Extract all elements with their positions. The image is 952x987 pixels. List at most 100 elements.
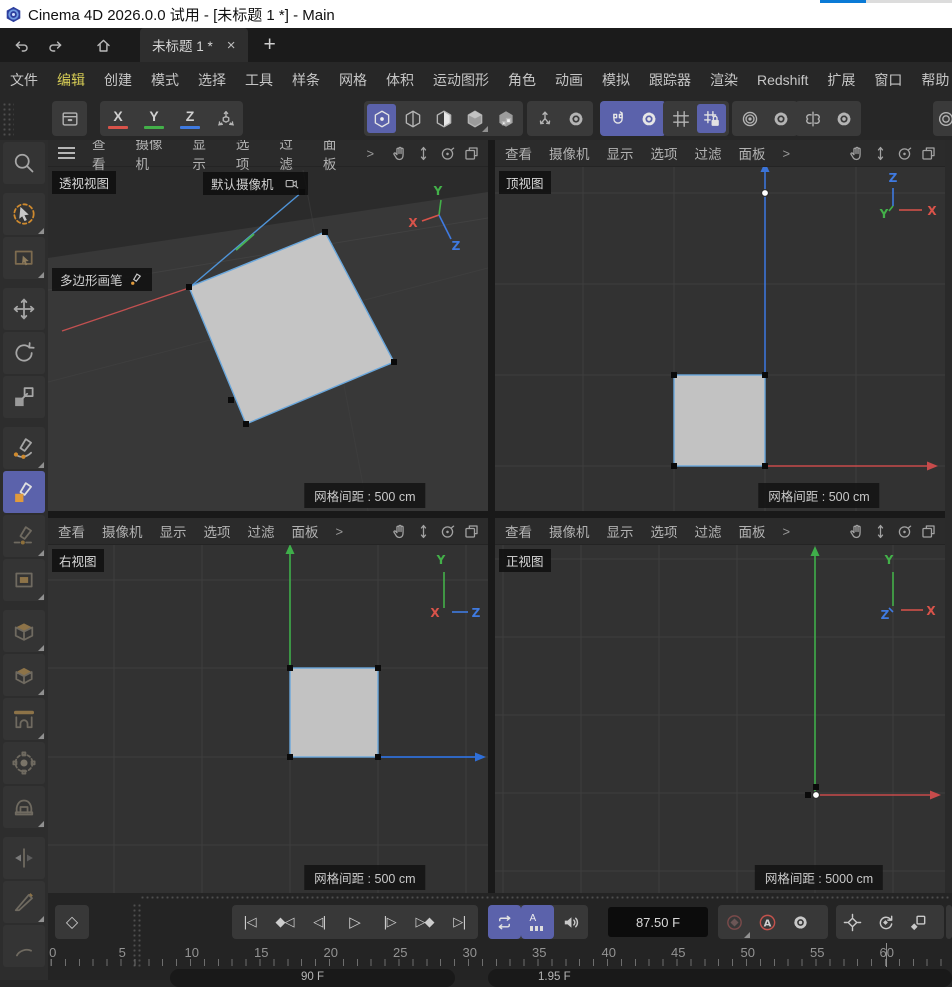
viewport-menu-view[interactable]: 查看 [92, 140, 119, 173]
viewport-menu-more[interactable]: > [783, 146, 791, 161]
symmetry-settings-button[interactable] [829, 104, 858, 133]
tension-rectangle-tool[interactable] [3, 559, 45, 601]
menu-item[interactable]: Redshift [757, 72, 808, 88]
viewport-menu-filter[interactable]: 过滤 [695, 521, 722, 541]
undo-button[interactable] [8, 32, 34, 58]
camera-label[interactable]: 默认摄像机 [203, 172, 308, 195]
viewport-menu-camera[interactable]: 摄像机 [102, 521, 143, 541]
document-tab[interactable]: 未标题 1 * × [140, 28, 248, 62]
new-tab-button[interactable]: + [264, 33, 276, 57]
asset-browser-button[interactable] [55, 104, 84, 133]
viewport-menu-panel[interactable]: 面板 [739, 143, 766, 163]
viewport-splitter-horizontal[interactable] [48, 511, 952, 518]
record-objects-button[interactable] [718, 905, 751, 939]
extrude-open-tool[interactable] [3, 610, 45, 652]
right-canvas[interactable]: Y X Z [48, 518, 488, 893]
current-frame-field[interactable]: 87.50 F [608, 907, 708, 937]
dolly-zoom-icon[interactable] [415, 523, 432, 540]
edges-mode-button[interactable] [398, 104, 427, 133]
menu-item[interactable]: 创建 [104, 70, 132, 90]
viewport-menu-view[interactable]: 查看 [58, 521, 85, 541]
mirror-tool[interactable] [3, 837, 45, 879]
pan-hand-icon[interactable] [848, 145, 865, 162]
home-button[interactable] [90, 32, 116, 58]
menu-item[interactable]: 工具 [245, 70, 273, 90]
perspective-canvas[interactable]: Y X Z [48, 140, 488, 511]
live-selection-tool[interactable] [3, 193, 45, 235]
maximize-view-icon[interactable] [920, 145, 937, 162]
menu-item[interactable]: 扩展 [827, 70, 855, 90]
viewport-menu-display[interactable]: 显示 [192, 140, 219, 173]
dolly-zoom-icon[interactable] [872, 523, 889, 540]
viewport-menu-display[interactable]: 显示 [607, 143, 634, 163]
dolly-zoom-icon[interactable] [872, 145, 889, 162]
viewport-menu-panel[interactable]: 面板 [292, 521, 319, 541]
key-position-button[interactable] [836, 905, 869, 939]
axis-lock-y-button[interactable]: Y [139, 104, 169, 133]
viewport-menu-view[interactable]: 查看 [505, 143, 532, 163]
viewport-menu-camera[interactable]: 摄像机 [136, 140, 176, 173]
clipped-toolbar-button[interactable] [936, 104, 952, 133]
viewport-menu-camera[interactable]: 摄像机 [549, 143, 590, 163]
maximize-view-icon[interactable] [920, 523, 937, 540]
viewport-menu-icon[interactable] [58, 147, 75, 159]
keying-settings-button[interactable] [784, 905, 817, 939]
dolly-zoom-icon[interactable] [415, 145, 432, 162]
enable-axis-button[interactable] [530, 104, 559, 133]
rotate-view-icon[interactable] [439, 145, 456, 162]
play-button[interactable]: ▷ [337, 913, 372, 931]
viewport-menu-filter[interactable]: 过滤 [695, 143, 722, 163]
key-scale-button[interactable] [902, 905, 935, 939]
viewport-menu-more[interactable]: > [366, 146, 374, 161]
brush-tool[interactable] [3, 786, 45, 828]
viewport-menu-view[interactable]: 查看 [505, 521, 532, 541]
autokey-button[interactable]: A [751, 905, 784, 939]
menu-item[interactable]: 运动图形 [433, 70, 489, 90]
bridge-tool[interactable] [3, 698, 45, 740]
lock-workplane-button[interactable] [697, 104, 726, 133]
viewport-front[interactable]: Y Z X 查看 摄像机 显示 选项 过滤 面板 > 正视图 网格间距 : 50… [495, 518, 945, 893]
menu-item[interactable]: 选择 [198, 70, 226, 90]
previous-frame-button[interactable]: ◁| [302, 915, 337, 930]
axis-lock-z-button[interactable]: Z [175, 104, 205, 133]
viewport-perspective[interactable]: Y X Z 查看 摄像机 显示 选项 过滤 面板 > 透视视图 默认摄像机 多边… [48, 140, 488, 511]
falloff-button[interactable] [735, 104, 764, 133]
front-canvas[interactable]: Y Z X [495, 518, 945, 893]
move-tool[interactable] [3, 288, 45, 330]
menu-item[interactable]: 编辑 [57, 70, 85, 90]
rotate-view-icon[interactable] [439, 523, 456, 540]
timeline-ticks[interactable] [48, 959, 952, 966]
go-to-start-button[interactable]: |◁ [232, 915, 267, 930]
rotate-tool[interactable] [3, 332, 45, 374]
extrude-cube-tool[interactable] [3, 654, 45, 696]
viewport-menu-more[interactable]: > [336, 524, 344, 539]
record-keyframe-button[interactable]: ◇ [56, 905, 89, 939]
viewport-menu-filter[interactable]: 过滤 [279, 140, 306, 173]
search-commander-button[interactable] [3, 142, 45, 184]
polygons-mode-button[interactable] [429, 104, 458, 133]
menu-item[interactable]: 网格 [339, 70, 367, 90]
menu-item[interactable]: 体积 [386, 70, 414, 90]
top-canvas[interactable]: Z Y X [495, 140, 945, 511]
workplane-button[interactable] [666, 104, 695, 133]
next-frame-button[interactable]: |▷ [372, 915, 407, 930]
viewport-menu-display[interactable]: 显示 [160, 521, 187, 541]
menu-item[interactable]: 角色 [508, 70, 536, 90]
loop-playback-button[interactable] [488, 905, 521, 939]
knife-tool[interactable] [3, 881, 45, 923]
menu-item[interactable]: 渲染 [710, 70, 738, 90]
snap-settings-button[interactable] [634, 104, 663, 133]
menu-item[interactable]: 动画 [555, 70, 583, 90]
toolbar-drag-handle[interactable] [2, 102, 14, 136]
previous-key-button[interactable]: ◆◁ [267, 915, 302, 930]
right-dock-handle[interactable] [945, 140, 952, 893]
rectangle-selection-tool[interactable] [3, 237, 45, 279]
points-mode-button[interactable] [367, 104, 396, 133]
marker-mode-button[interactable]: A [521, 905, 554, 939]
spline-pen-tool[interactable] [3, 427, 45, 469]
timeline-dock-handle[interactable] [140, 895, 950, 901]
viewport-menu-camera[interactable]: 摄像机 [549, 521, 590, 541]
polygon-pen-tool[interactable] [3, 471, 45, 513]
viewport-menu-options[interactable]: 选项 [651, 521, 678, 541]
pan-hand-icon[interactable] [848, 523, 865, 540]
